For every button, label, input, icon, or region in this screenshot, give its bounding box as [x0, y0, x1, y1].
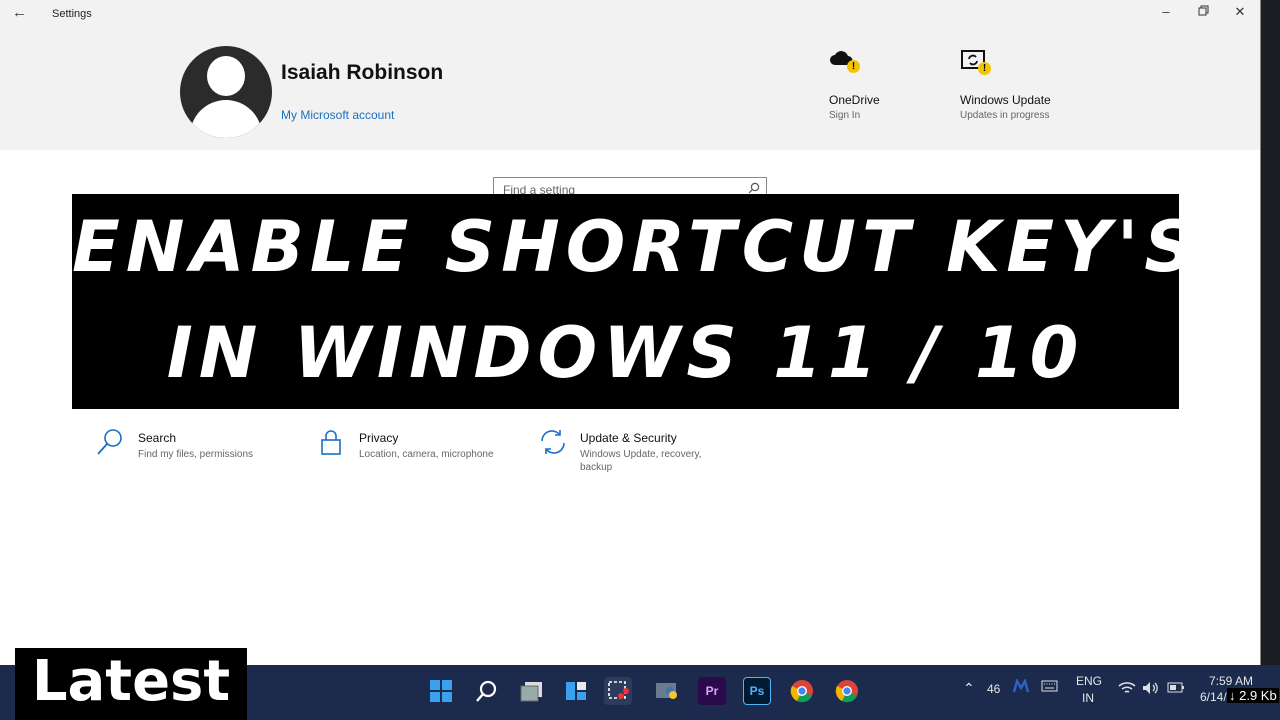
network-speed: ↓ 2.9 Kb [1227, 688, 1279, 703]
warning-icon: ! [978, 62, 991, 75]
chrome-icon[interactable] [788, 677, 816, 705]
search-icon [96, 427, 126, 457]
onedrive-status-text: Sign In [829, 110, 861, 121]
category-name: Privacy [359, 431, 399, 445]
task-view-icon[interactable] [518, 677, 546, 705]
close-icon[interactable]: ✕ [1230, 4, 1250, 20]
widgets-icon[interactable] [562, 677, 590, 705]
windows-update-status-text: Updates in progress [960, 110, 1050, 121]
keyboard-icon[interactable] [1041, 680, 1058, 695]
clock-date[interactable]: 6/14/ [1200, 690, 1227, 704]
chevron-up-icon[interactable]: ⌃ [963, 680, 975, 697]
title-bar: ← Settings – ✕ [0, 0, 1260, 28]
snipping-tool-icon[interactable] [604, 677, 632, 705]
avatar[interactable] [180, 46, 272, 138]
window-title: Settings [52, 8, 92, 20]
category-description: Windows Update, recovery, backup [580, 449, 702, 473]
lock-icon [317, 427, 347, 457]
app-tray-icon[interactable] [1012, 677, 1030, 696]
minimize-icon[interactable]: – [1156, 4, 1176, 19]
banner-line-1: ENABLE SHORTCUT KEY'S [72, 206, 1201, 288]
photoshop-icon[interactable]: Ps [743, 677, 771, 705]
warning-icon: ! [847, 60, 860, 73]
category-description: Location, camera, microphone [359, 449, 494, 460]
clock-time[interactable]: 7:59 AM [1209, 674, 1253, 688]
cloud-icon: ! [829, 48, 860, 76]
user-name: Isaiah Robinson [281, 61, 444, 84]
update-icon: ! [960, 48, 991, 76]
language-bottom[interactable]: IN [1082, 691, 1094, 705]
onedrive-label: OneDrive [829, 93, 880, 107]
account-header: Isaiah Robinson My Microsoft account ! O… [0, 28, 1260, 150]
chrome-icon[interactable] [833, 677, 861, 705]
windows-update-label: Windows Update [960, 93, 1051, 107]
restore-icon[interactable] [1193, 4, 1213, 19]
battery-icon[interactable] [1167, 682, 1185, 696]
python-icon[interactable] [653, 677, 681, 705]
microsoft-account-link[interactable]: My Microsoft account [281, 108, 394, 122]
windows-start-icon[interactable] [427, 677, 455, 705]
back-arrow-icon[interactable]: ← [12, 4, 27, 21]
category-description: Find my files, permissions [138, 449, 254, 460]
title-banner: ENABLE SHORTCUT KEY'S IN WINDOWS 11 / 10 [72, 194, 1201, 409]
onedrive-status[interactable]: ! OneDrive Sign In [829, 48, 880, 121]
sync-icon [538, 427, 568, 457]
language-top[interactable]: ENG [1076, 674, 1102, 688]
premiere-pro-icon[interactable]: Pr [698, 677, 726, 705]
volume-icon[interactable] [1142, 681, 1160, 698]
latest-badge: Latest [15, 648, 247, 720]
tray-count[interactable]: 46 [987, 682, 1000, 696]
wifi-icon[interactable] [1118, 681, 1136, 698]
search-icon[interactable] [473, 677, 501, 705]
windows-update-status[interactable]: ! Windows Update Updates in progress [960, 48, 1051, 121]
category-name: Update & Security [580, 431, 677, 445]
category-name: Search [138, 431, 177, 445]
banner-line-2: IN WINDOWS 11 / 10 [166, 312, 1085, 394]
